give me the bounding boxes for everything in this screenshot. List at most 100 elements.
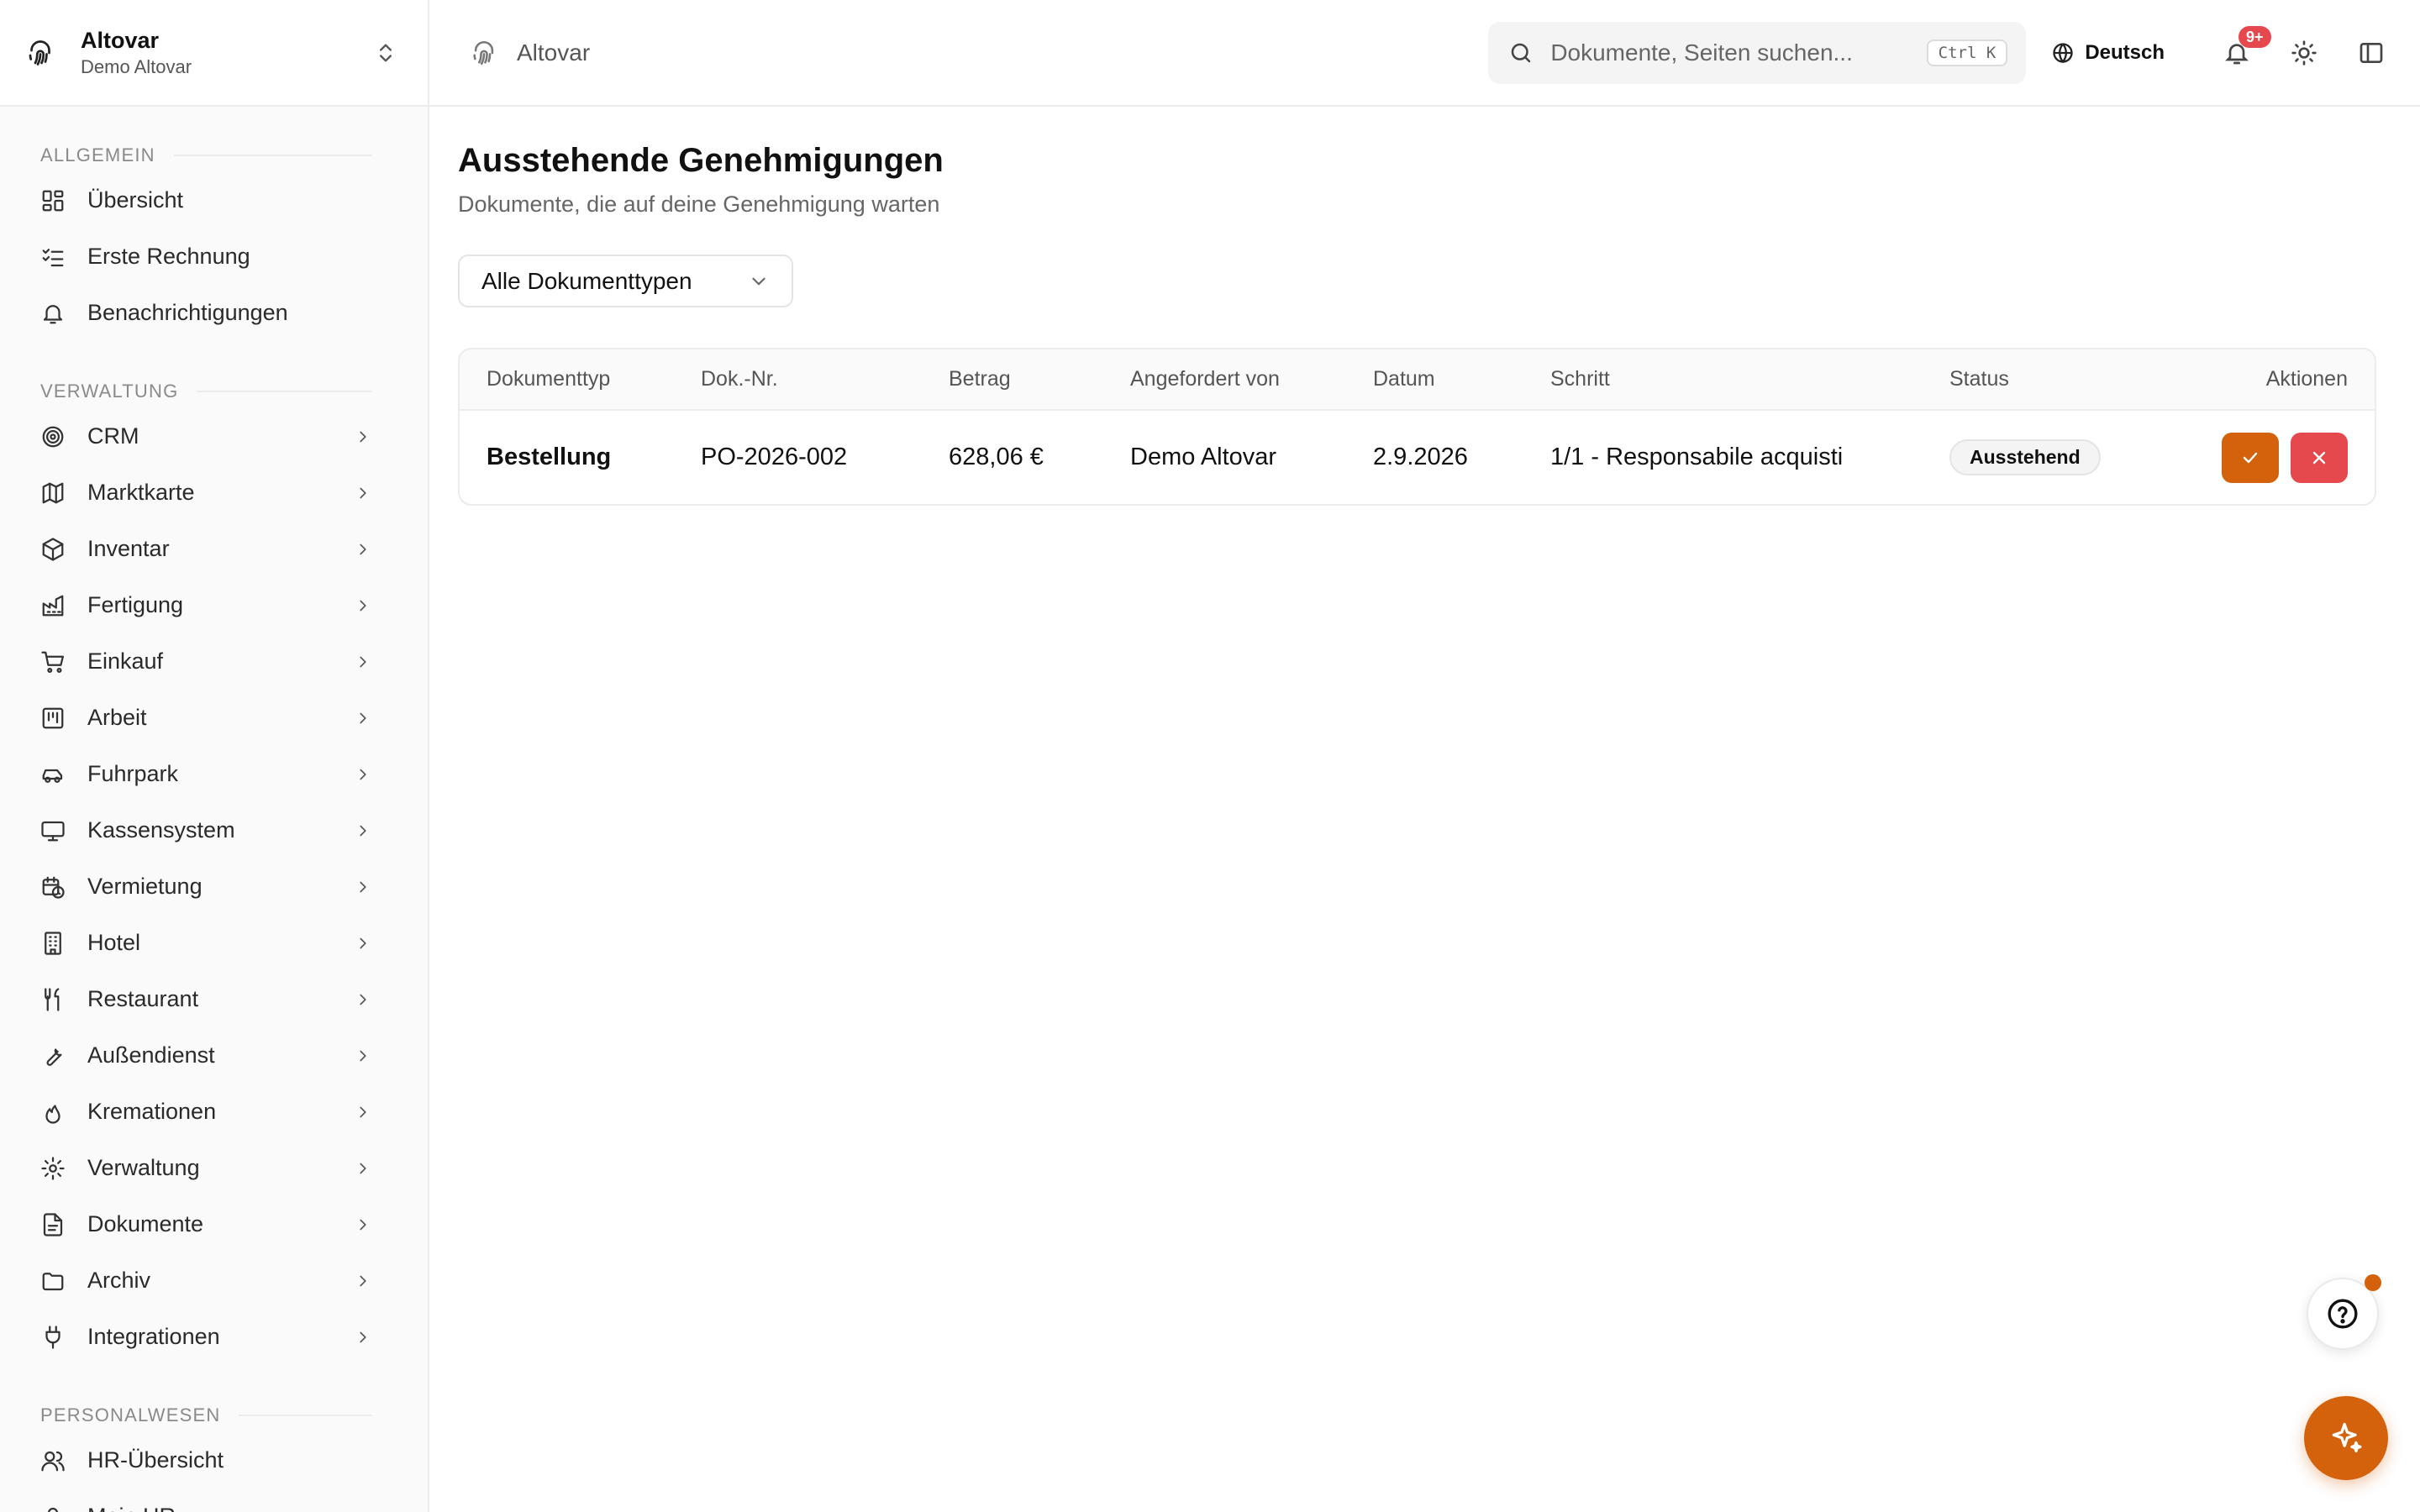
sidebar-item-label: Inventar [87,536,170,561]
search-icon [1508,40,1534,66]
fingerprint-icon [470,39,498,67]
top-bar: Altovar Dokumente, Seiten suchen... Ctrl… [429,0,2420,107]
utensils-icon [40,987,66,1012]
calendar-clock-icon [40,874,66,900]
chevron-right-icon [354,428,372,446]
sun-icon [2291,39,2317,66]
reject-button[interactable] [2291,432,2348,483]
org-switcher[interactable]: Altovar Demo Altovar [0,0,428,107]
factory-icon [40,593,66,618]
sidebar: Altovar Demo Altovar Allgemein Übersicht E… [0,0,429,1512]
sidebar-item-archiv[interactable]: Archiv [0,1252,428,1309]
cell-actions [2140,410,2375,504]
breadcrumb[interactable]: Altovar [517,39,1488,66]
sidebar-item-einkauf[interactable]: Einkauf [0,633,428,690]
close-icon [2309,448,2329,468]
sidebar-item-label: Fertigung [87,592,184,617]
chevron-right-icon [354,990,372,1009]
box-icon [40,537,66,562]
sidebar-item-kremationen[interactable]: Kremationen [0,1084,428,1140]
bell-icon [40,301,66,326]
sidebar-item-label: Erste Rechnung [87,244,250,269]
language-label: Deutsch [2085,40,2165,64]
sidebar-item-mein-hr[interactable]: Mein HR [0,1488,428,1512]
sidebar-item-verwaltung[interactable]: Verwaltung [0,1140,428,1196]
wrench-icon [40,1043,66,1068]
notifications-button[interactable]: 9+ [2213,25,2271,76]
cell-step: 1/1 - Responsabile acquisti [1523,410,1923,504]
main-content: Ausstehende Genehmigungen Dokumente, die… [458,107,2395,506]
sidebar-item-inventar[interactable]: Inventar [0,521,428,577]
chevron-right-icon [354,1103,372,1121]
sidebar-item-label: Vermietung [87,874,203,899]
sidebar-item-kassensystem[interactable]: Kassensystem [0,802,428,858]
sidebar-item-label: Einkauf [87,648,164,674]
chevrons-up-down-icon [374,41,397,65]
search-shortcut: Ctrl K [1926,39,2008,66]
sidebar-item-label: Arbeit [87,705,147,730]
check-icon [2240,448,2260,468]
cart-icon [40,649,66,675]
sidebar-item-aussendienst[interactable]: Außendienst [0,1027,428,1084]
chevron-right-icon [354,1328,372,1347]
language-switcher[interactable]: Deutsch [2051,41,2165,65]
chevron-right-icon [354,709,372,727]
sidebar-item-label: Verwaltung [87,1155,200,1180]
column-header: Dok.-Nr. [674,349,922,411]
sidebar-item-uebersicht[interactable]: Übersicht [0,172,428,228]
chevron-right-icon [354,765,372,784]
document-type-filter[interactable]: Alle Dokumenttypen [458,255,793,307]
globe-icon [2051,41,2075,65]
chevron-right-icon [354,653,372,671]
sidebar-toggle-button[interactable] [2348,29,2395,76]
cell-requested-by: Demo Altovar [1130,444,1277,470]
chevron-right-icon [354,1215,372,1234]
nav-section-title: Allgemein [40,144,155,165]
chevron-right-icon [354,1272,372,1290]
column-header: Aktionen [2139,349,2375,411]
table-header-row: Dokumenttyp Dok.-Nr. Betrag Angefordert … [460,349,2375,411]
search-input[interactable]: Dokumente, Seiten suchen... Ctrl K [1488,21,2027,84]
building-icon [40,931,66,956]
sidebar-item-label: Kassensystem [87,817,235,843]
column-header: Betrag [922,349,1103,411]
divider [173,155,372,156]
step-text: 1/1 - Responsabile acquisti [1550,444,1844,471]
column-header: Angefordert von [1103,349,1346,411]
cell-status: Ausstehend [1923,410,2140,504]
sidebar-item-vermietung[interactable]: Vermietung [0,858,428,915]
sidebar-item-label: Kremationen [87,1099,217,1124]
dashboard-icon [40,188,66,213]
sidebar-item-fertigung[interactable]: Fertigung [0,577,428,633]
sidebar-item-benachrichtigungen[interactable]: Benachrichtigungen [0,285,428,341]
column-header: Dokumenttyp [460,349,674,411]
sidebar-item-crm[interactable]: CRM [0,408,428,465]
search-placeholder: Dokumente, Seiten suchen... [1550,39,1853,66]
nav-section-header: Allgemein [0,139,428,172]
sidebar-item-label: Benachrichtigungen [87,300,288,325]
sidebar-item-label: Außendienst [87,1042,215,1068]
sidebar-item-fuhrpark[interactable]: Fuhrpark [0,746,428,802]
sidebar-item-erste-rechnung[interactable]: Erste Rechnung [0,228,428,285]
nav-section-title: Personalwesen [40,1404,221,1425]
chevron-down-icon [748,270,770,292]
filter-value: Alle Dokumenttypen [481,267,692,294]
sidebar-item-integrationen[interactable]: Integrationen [0,1309,428,1365]
cell-document-number: PO-2026-002 [701,444,848,470]
sidebar-item-dokumente[interactable]: Dokumente [0,1196,428,1252]
sidebar-item-hotel[interactable]: Hotel [0,915,428,971]
chevron-right-icon [354,1159,372,1178]
ai-assistant-button[interactable] [2304,1396,2388,1480]
table-row[interactable]: Bestellung PO-2026-002 628,06 € Demo Alt… [460,410,2375,504]
sidebar-item-restaurant[interactable]: Restaurant [0,971,428,1027]
sidebar-item-marktkarte[interactable]: Marktkarte [0,465,428,521]
cell-document-type: Bestellung [487,444,612,470]
sidebar-item-hr-uebersicht[interactable]: HR-Übersicht [0,1432,428,1488]
kanban-icon [40,706,66,731]
sidebar-item-arbeit[interactable]: Arbeit [0,690,428,746]
org-name: Altovar [81,27,160,53]
sidebar-item-label: Fuhrpark [87,761,179,786]
approve-button[interactable] [2222,432,2279,483]
theme-toggle-button[interactable] [2281,29,2328,76]
